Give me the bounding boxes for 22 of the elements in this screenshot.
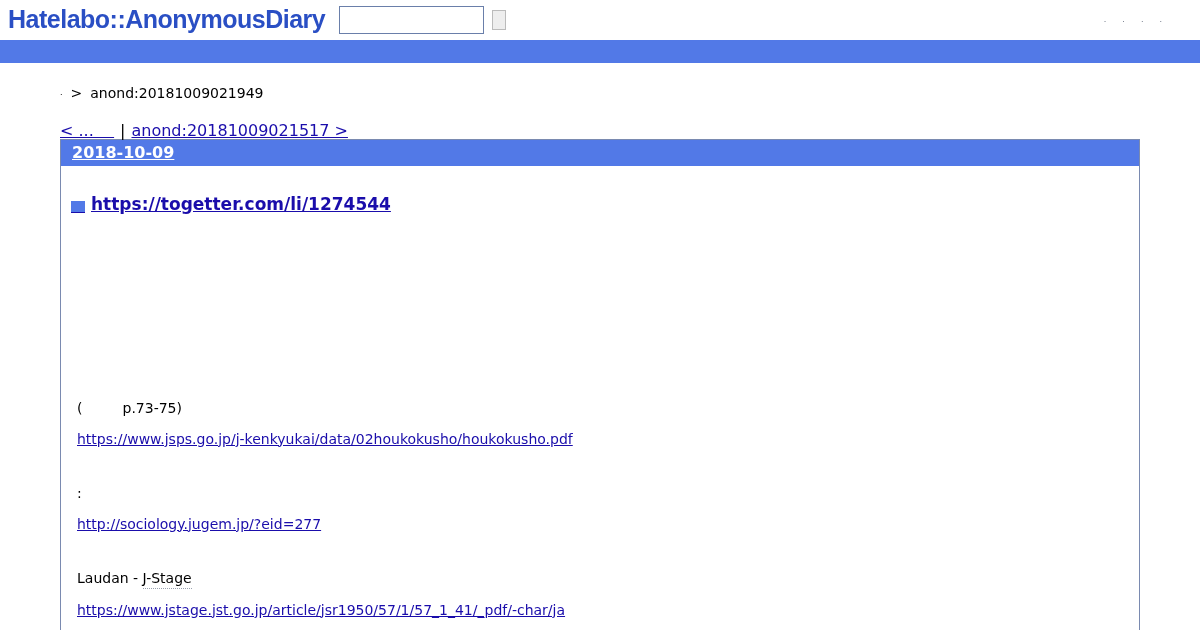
breadcrumb-link[interactable]: .	[60, 87, 63, 99]
reference-link[interactable]: https://www.jstage.jst.go.jp/article/jsr1950/57/1/57_1_41/_pdf/-char/ja	[77, 599, 566, 620]
entry-date-link[interactable]: 2018-10-09	[72, 141, 175, 165]
square-icon	[71, 200, 85, 213]
search-field[interactable]	[339, 6, 485, 34]
breadcrumb-current: anond:20181009021949	[90, 83, 264, 103]
pager-divider: |	[120, 120, 126, 142]
site-logo[interactable]: Hatelabo::AnonymousDiary	[8, 1, 326, 39]
body-text: ( p.73-75)	[77, 398, 183, 418]
nav-link[interactable]: .	[1103, 14, 1107, 26]
body-text: :	[77, 483, 83, 503]
nav-link[interactable]: .	[1122, 14, 1125, 26]
breadcrumb-separator: >	[70, 83, 83, 103]
reference-link[interactable]: https://www.jsps.go.jp/j-kenkyukai/data/02houkokusho/houkokusho.pdf	[77, 428, 573, 449]
nav-link[interactable]: .	[1140, 14, 1144, 26]
previous-entry-link[interactable]: < ...	[60, 119, 115, 143]
reference-link[interactable]: http://sociology.jugem.jp/?eid=277	[77, 513, 322, 534]
next-entry-link[interactable]: anond:20181009021517 >	[131, 119, 348, 143]
nav-link[interactable]: .	[1159, 14, 1162, 26]
body-text: Laudan -	[77, 568, 140, 588]
entry-title-link[interactable]: https://togetter.com/li/1274544	[91, 192, 391, 218]
source-name: J-Stage	[142, 567, 192, 589]
